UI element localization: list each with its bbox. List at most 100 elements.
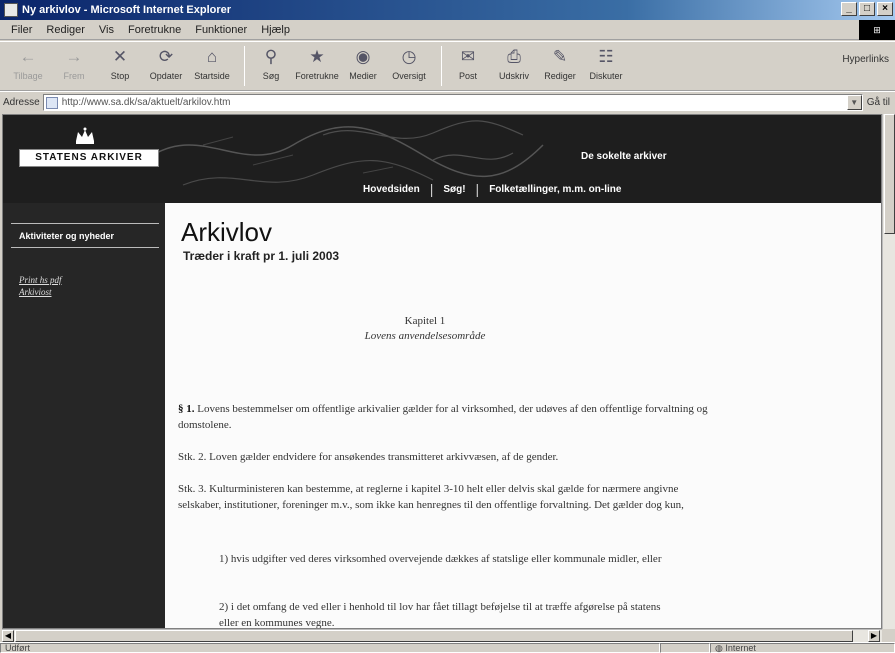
site-header: STATENS ARKIVER De sokelte arkiver Hoved… bbox=[3, 115, 881, 203]
left-sidebar bbox=[3, 203, 165, 628]
section-mark: § 1. bbox=[178, 403, 195, 415]
window-title: Ny arkivlov - Microsoft Internet Explore… bbox=[22, 4, 232, 16]
toolbar-separator bbox=[441, 46, 442, 86]
mail-icon: ✉ bbox=[460, 47, 476, 66]
favorites-icon: ★ bbox=[309, 47, 325, 66]
window-title-bar: Ny arkivlov - Microsoft Internet Explore… bbox=[0, 0, 895, 20]
paragraph-3: Stk. 3. Kulturministeren kan bestemme, a… bbox=[178, 483, 684, 511]
sidebar-link-archive-law[interactable]: Arkiviost bbox=[19, 287, 52, 297]
menu-file[interactable]: Filer bbox=[4, 24, 39, 36]
search-label: Søg bbox=[262, 71, 280, 81]
sidebar-divider bbox=[11, 247, 159, 248]
standard-toolbar: ← Tilbage → Frem ✕ Stop ⟳ Opdater ⌂ Startside… bbox=[0, 41, 895, 91]
top-navigation: Hovedsiden | Søg! | Folketællinger, m.m.… bbox=[363, 181, 621, 197]
home-button[interactable]: ⌂ Startside bbox=[192, 46, 232, 81]
sidebar-heading[interactable]: Aktiviteter og nyheder bbox=[19, 231, 114, 241]
stop-button[interactable]: ✕ Stop bbox=[100, 46, 140, 81]
page-icon bbox=[45, 96, 58, 109]
menu-help[interactable]: Hjælp bbox=[254, 24, 297, 36]
media-icon: ◉ bbox=[355, 47, 371, 66]
go-button[interactable]: Gå til bbox=[867, 97, 890, 108]
favorites-button[interactable]: ★ Foretrukne bbox=[295, 46, 339, 81]
mail-label: Post bbox=[458, 71, 477, 81]
media-label: Medier bbox=[349, 71, 377, 81]
search-icon: ⚲ bbox=[264, 47, 278, 66]
site-tagline: De sokelte arkiver bbox=[581, 151, 667, 162]
scroll-left-icon[interactable]: ◀ bbox=[2, 630, 14, 642]
close-button[interactable]: × bbox=[877, 2, 893, 16]
status-text: Udført bbox=[0, 643, 660, 653]
paragraph-1: § 1. Lovens bestemmelser om offentlige a… bbox=[178, 401, 718, 433]
refresh-label: Opdater bbox=[149, 71, 183, 81]
chapter-label: Kapitel 1 bbox=[404, 315, 446, 327]
security-zone: ◍ Internet bbox=[710, 643, 895, 653]
back-arrow-icon: ← bbox=[19, 47, 37, 66]
nav-separator: | bbox=[429, 181, 434, 197]
zone-label: Internet bbox=[725, 643, 756, 653]
sidebar-divider bbox=[11, 223, 159, 224]
print-button[interactable]: ⎙ Udskriv bbox=[494, 46, 534, 81]
history-icon: ◷ bbox=[401, 47, 417, 66]
print-label: Udskriv bbox=[498, 71, 529, 81]
globe-icon: ◍ bbox=[715, 643, 726, 653]
chevron-down-icon[interactable]: ▼ bbox=[846, 95, 862, 110]
stop-icon: ✕ bbox=[112, 47, 128, 66]
address-url: http://www.sa.dk/sa/aktuelt/arkilov.htm bbox=[61, 97, 231, 108]
menu-favorites[interactable]: Foretrukne bbox=[121, 24, 188, 36]
logo-text: STATENS ARKIVER bbox=[19, 149, 159, 167]
home-icon: ⌂ bbox=[206, 47, 218, 66]
status-panel bbox=[660, 643, 710, 653]
window-controls: _ □ × bbox=[841, 2, 893, 16]
history-label: Oversigt bbox=[392, 71, 426, 81]
discuss-button[interactable]: ☷ Diskuter bbox=[586, 46, 626, 81]
back-label: Tilbage bbox=[13, 71, 43, 81]
print-icon: ⎙ bbox=[507, 47, 521, 66]
nav-census-link[interactable]: Folketællinger, m.m. on-line bbox=[489, 184, 621, 195]
windows-logo-icon: ⊞ bbox=[859, 20, 895, 40]
discuss-icon: ☷ bbox=[598, 47, 614, 66]
forward-label: Frem bbox=[63, 71, 85, 81]
sidebar-link-print-pdf[interactable]: Print hs pdf bbox=[19, 275, 62, 285]
menu-edit[interactable]: Rediger bbox=[39, 24, 92, 36]
toolbar-separator bbox=[244, 46, 245, 86]
menu-tools[interactable]: Funktioner bbox=[188, 24, 254, 36]
address-input[interactable]: http://www.sa.dk/sa/aktuelt/arkilov.htm … bbox=[42, 94, 863, 111]
maximize-button[interactable]: □ bbox=[859, 2, 875, 16]
horizontal-scroll-thumb[interactable] bbox=[15, 630, 853, 642]
horizontal-scrollbar[interactable]: ◀ ▶ bbox=[2, 629, 882, 642]
forward-arrow-icon: → bbox=[65, 47, 83, 66]
edit-button[interactable]: ✎ Rediger bbox=[540, 46, 580, 81]
page-subtitle: Træder i kraft pr 1. juli 2003 bbox=[183, 249, 340, 263]
chapter-name: Lovens anvendelsesområde bbox=[364, 330, 486, 342]
refresh-button[interactable]: ⟳ Opdater bbox=[146, 46, 186, 81]
nav-home-link[interactable]: Hovedsiden bbox=[363, 184, 420, 195]
history-button[interactable]: ◷ Oversigt bbox=[389, 46, 429, 81]
nav-search-link[interactable]: Søg! bbox=[443, 184, 465, 195]
mail-button[interactable]: ✉ Post bbox=[448, 46, 488, 81]
favorites-label: Foretrukne bbox=[295, 71, 339, 81]
paragraph-5: 2) i det omfang de ved eller i henhold t… bbox=[219, 601, 661, 629]
edit-label: Rediger bbox=[544, 71, 576, 81]
scroll-right-icon[interactable]: ▶ bbox=[868, 630, 880, 642]
paragraph-text: Lovens bestemmelser om offentlige arkiva… bbox=[178, 403, 708, 431]
scroll-thumb[interactable] bbox=[884, 114, 895, 234]
menu-bar: Filer Rediger Vis Foretrukne Funktioner … bbox=[0, 20, 895, 40]
paragraph-4: 1) hvis udgifter ved deres virksomhed ov… bbox=[219, 553, 662, 565]
menu-view[interactable]: Vis bbox=[92, 24, 121, 36]
links-toolbar-label[interactable]: Hyperlinks bbox=[842, 54, 889, 65]
minimize-button[interactable]: _ bbox=[841, 2, 857, 16]
address-label: Adresse bbox=[3, 97, 40, 108]
refresh-icon: ⟳ bbox=[158, 47, 174, 66]
back-button[interactable]: ← Tilbage bbox=[8, 46, 48, 81]
discuss-label: Diskuter bbox=[589, 71, 623, 81]
nav-separator: | bbox=[475, 181, 480, 197]
media-button[interactable]: ◉ Medier bbox=[343, 46, 383, 81]
search-button[interactable]: ⚲ Søg bbox=[251, 46, 291, 81]
edit-icon: ✎ bbox=[552, 47, 568, 66]
forward-button[interactable]: → Frem bbox=[54, 46, 94, 81]
address-bar: Adresse http://www.sa.dk/sa/aktuelt/arki… bbox=[0, 91, 895, 113]
crown-icon bbox=[76, 127, 94, 144]
page-title: Arkivlov bbox=[181, 217, 273, 247]
vertical-scrollbar[interactable] bbox=[882, 114, 895, 629]
paragraph-2: Stk. 2. Loven gælder endvidere for ansøk… bbox=[178, 451, 559, 463]
